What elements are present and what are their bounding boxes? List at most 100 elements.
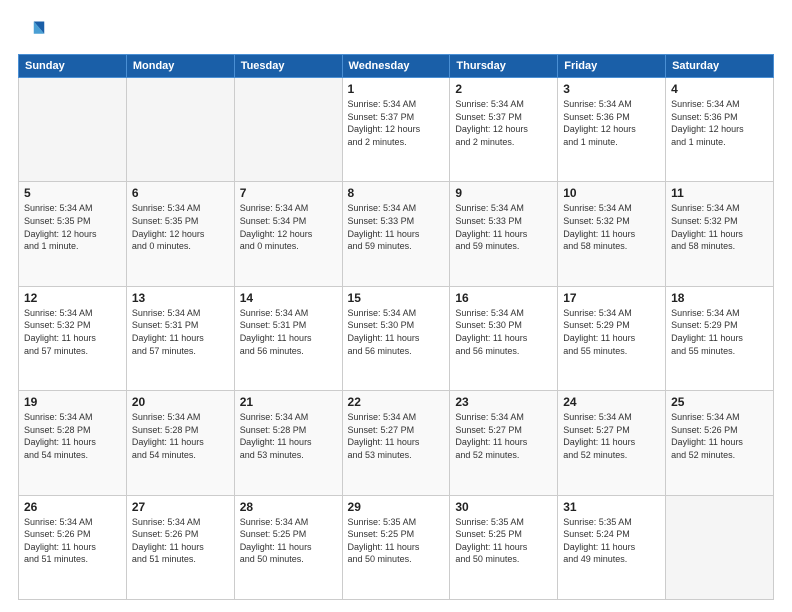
calendar-cell: 28 Sunrise: 5:34 AM Sunset: 5:25 PM Dayli… — [234, 495, 342, 599]
cell-info: Sunrise: 5:34 AM Sunset: 5:34 PM Dayligh… — [240, 202, 337, 252]
calendar-cell: 10 Sunrise: 5:34 AM Sunset: 5:32 PM Dayli… — [558, 182, 666, 286]
calendar-cell — [126, 78, 234, 182]
cell-info: Sunrise: 5:34 AM Sunset: 5:28 PM Dayligh… — [240, 411, 337, 461]
cell-info: Sunrise: 5:34 AM Sunset: 5:31 PM Dayligh… — [132, 307, 229, 357]
cell-info: Sunrise: 5:34 AM Sunset: 5:32 PM Dayligh… — [24, 307, 121, 357]
calendar-week-2: 5 Sunrise: 5:34 AM Sunset: 5:35 PM Daylig… — [19, 182, 774, 286]
day-number: 25 — [671, 395, 768, 409]
cell-info: Sunrise: 5:34 AM Sunset: 5:32 PM Dayligh… — [563, 202, 660, 252]
calendar-cell: 6 Sunrise: 5:34 AM Sunset: 5:35 PM Daylig… — [126, 182, 234, 286]
cell-info: Sunrise: 5:34 AM Sunset: 5:27 PM Dayligh… — [348, 411, 445, 461]
calendar-cell: 5Sunrise: 5:34 AM Sunset: 5:35 PM Daylig… — [19, 182, 127, 286]
day-number: 10 — [563, 186, 660, 200]
day-number: 22 — [348, 395, 445, 409]
cell-info: Sunrise: 5:34 AM Sunset: 5:31 PM Dayligh… — [240, 307, 337, 357]
cell-info: Sunrise: 5:34 AM Sunset: 5:30 PM Dayligh… — [348, 307, 445, 357]
cell-info: Sunrise: 5:34 AM Sunset: 5:37 PM Dayligh… — [455, 98, 552, 148]
calendar-table: SundayMondayTuesdayWednesdayThursdayFrid… — [18, 54, 774, 600]
day-header-thursday: Thursday — [450, 55, 558, 78]
cell-info: Sunrise: 5:34 AM Sunset: 5:28 PM Dayligh… — [132, 411, 229, 461]
calendar-cell: 16 Sunrise: 5:34 AM Sunset: 5:30 PM Dayli… — [450, 286, 558, 390]
day-number: 23 — [455, 395, 552, 409]
day-number: 18 — [671, 291, 768, 305]
calendar-cell: 22 Sunrise: 5:34 AM Sunset: 5:27 PM Dayli… — [342, 391, 450, 495]
calendar-cell: 12 Sunrise: 5:34 AM Sunset: 5:32 PM Dayli… — [19, 286, 127, 390]
calendar-cell: 30Sunrise: 5:35 AM Sunset: 5:25 PM Dayli… — [450, 495, 558, 599]
calendar-cell: 27 Sunrise: 5:34 AM Sunset: 5:26 PM Dayli… — [126, 495, 234, 599]
cell-info: Sunrise: 5:34 AM Sunset: 5:36 PM Dayligh… — [563, 98, 660, 148]
calendar-cell: 4 Sunrise: 5:34 AM Sunset: 5:36 PM Daylig… — [666, 78, 774, 182]
cell-info: Sunrise: 5:34 AM Sunset: 5:29 PM Dayligh… — [671, 307, 768, 357]
cell-info: Sunrise: 5:34 AM Sunset: 5:30 PM Dayligh… — [455, 307, 552, 357]
calendar-cell: 24 Sunrise: 5:34 AM Sunset: 5:27 PM Dayli… — [558, 391, 666, 495]
day-number: 1 — [348, 82, 445, 96]
day-number: 19 — [24, 395, 121, 409]
day-number: 7 — [240, 186, 337, 200]
calendar-cell: 23 Sunrise: 5:34 AM Sunset: 5:27 PM Dayli… — [450, 391, 558, 495]
calendar-cell: 25 Sunrise: 5:34 AM Sunset: 5:26 PM Dayli… — [666, 391, 774, 495]
logo-icon — [18, 18, 46, 46]
calendar-cell: 2 Sunrise: 5:34 AM Sunset: 5:37 PM Daylig… — [450, 78, 558, 182]
calendar-cell — [666, 495, 774, 599]
cell-info: Sunrise: 5:34 AM Sunset: 5:28 PM Dayligh… — [24, 411, 121, 461]
calendar-cell: 9 Sunrise: 5:34 AM Sunset: 5:33 PM Daylig… — [450, 182, 558, 286]
day-number: 16 — [455, 291, 552, 305]
cell-info: Sunrise: 5:34 AM Sunset: 5:35 PM Dayligh… — [132, 202, 229, 252]
day-header-monday: Monday — [126, 55, 234, 78]
cell-info: Sunrise: 5:34 AM Sunset: 5:36 PM Dayligh… — [671, 98, 768, 148]
day-number: 31 — [563, 500, 660, 514]
day-number: 4 — [671, 82, 768, 96]
cell-info: Sunrise: 5:34 AM Sunset: 5:25 PM Dayligh… — [240, 516, 337, 566]
day-number: 6 — [132, 186, 229, 200]
day-number: 11 — [671, 186, 768, 200]
day-number: 5 — [24, 186, 121, 200]
calendar-week-5: 26Sunrise: 5:34 AM Sunset: 5:26 PM Dayli… — [19, 495, 774, 599]
day-number: 2 — [455, 82, 552, 96]
calendar-cell: 21 Sunrise: 5:34 AM Sunset: 5:28 PM Dayli… — [234, 391, 342, 495]
calendar-cell: 15Sunrise: 5:34 AM Sunset: 5:30 PM Dayli… — [342, 286, 450, 390]
calendar-cell: 7 Sunrise: 5:34 AM Sunset: 5:34 PM Daylig… — [234, 182, 342, 286]
cell-info: Sunrise: 5:34 AM Sunset: 5:33 PM Dayligh… — [455, 202, 552, 252]
calendar-cell: 14 Sunrise: 5:34 AM Sunset: 5:31 PM Dayli… — [234, 286, 342, 390]
header — [18, 18, 774, 46]
calendar-cell: 3 Sunrise: 5:34 AM Sunset: 5:36 PM Daylig… — [558, 78, 666, 182]
day-number: 17 — [563, 291, 660, 305]
calendar-cell: 18 Sunrise: 5:34 AM Sunset: 5:29 PM Dayli… — [666, 286, 774, 390]
cell-info: Sunrise: 5:34 AM Sunset: 5:27 PM Dayligh… — [455, 411, 552, 461]
day-number: 9 — [455, 186, 552, 200]
cell-info: Sunrise: 5:34 AM Sunset: 5:26 PM Dayligh… — [671, 411, 768, 461]
day-number: 8 — [348, 186, 445, 200]
calendar-week-4: 19 Sunrise: 5:34 AM Sunset: 5:28 PM Dayli… — [19, 391, 774, 495]
day-number: 12 — [24, 291, 121, 305]
page: SundayMondayTuesdayWednesdayThursdayFrid… — [0, 0, 792, 612]
day-number: 27 — [132, 500, 229, 514]
day-number: 28 — [240, 500, 337, 514]
calendar-cell: 19 Sunrise: 5:34 AM Sunset: 5:28 PM Dayli… — [19, 391, 127, 495]
calendar-cell: 26Sunrise: 5:34 AM Sunset: 5:26 PM Dayli… — [19, 495, 127, 599]
logo — [18, 18, 50, 46]
day-number: 24 — [563, 395, 660, 409]
cell-info: Sunrise: 5:34 AM Sunset: 5:27 PM Dayligh… — [563, 411, 660, 461]
cell-info: Sunrise: 5:34 AM Sunset: 5:37 PM Dayligh… — [348, 98, 445, 148]
calendar-cell: 13Sunrise: 5:34 AM Sunset: 5:31 PM Dayli… — [126, 286, 234, 390]
calendar-cell: 11Sunrise: 5:34 AM Sunset: 5:32 PM Dayli… — [666, 182, 774, 286]
day-number: 14 — [240, 291, 337, 305]
cell-info: Sunrise: 5:34 AM Sunset: 5:33 PM Dayligh… — [348, 202, 445, 252]
calendar-week-3: 12 Sunrise: 5:34 AM Sunset: 5:32 PM Dayli… — [19, 286, 774, 390]
day-number: 29 — [348, 500, 445, 514]
cell-info: Sunrise: 5:35 AM Sunset: 5:24 PM Dayligh… — [563, 516, 660, 566]
calendar-cell: 29 Sunrise: 5:35 AM Sunset: 5:25 PM Dayli… — [342, 495, 450, 599]
calendar-cell: 1 Sunrise: 5:34 AM Sunset: 5:37 PM Daylig… — [342, 78, 450, 182]
calendar-header-row: SundayMondayTuesdayWednesdayThursdayFrid… — [19, 55, 774, 78]
calendar-cell — [19, 78, 127, 182]
calendar-cell — [234, 78, 342, 182]
cell-info: Sunrise: 5:34 AM Sunset: 5:26 PM Dayligh… — [132, 516, 229, 566]
day-header-wednesday: Wednesday — [342, 55, 450, 78]
day-number: 21 — [240, 395, 337, 409]
calendar-cell: 17Sunrise: 5:34 AM Sunset: 5:29 PM Dayli… — [558, 286, 666, 390]
day-number: 3 — [563, 82, 660, 96]
day-number: 30 — [455, 500, 552, 514]
day-number: 20 — [132, 395, 229, 409]
day-header-friday: Friday — [558, 55, 666, 78]
cell-info: Sunrise: 5:35 AM Sunset: 5:25 PM Dayligh… — [348, 516, 445, 566]
